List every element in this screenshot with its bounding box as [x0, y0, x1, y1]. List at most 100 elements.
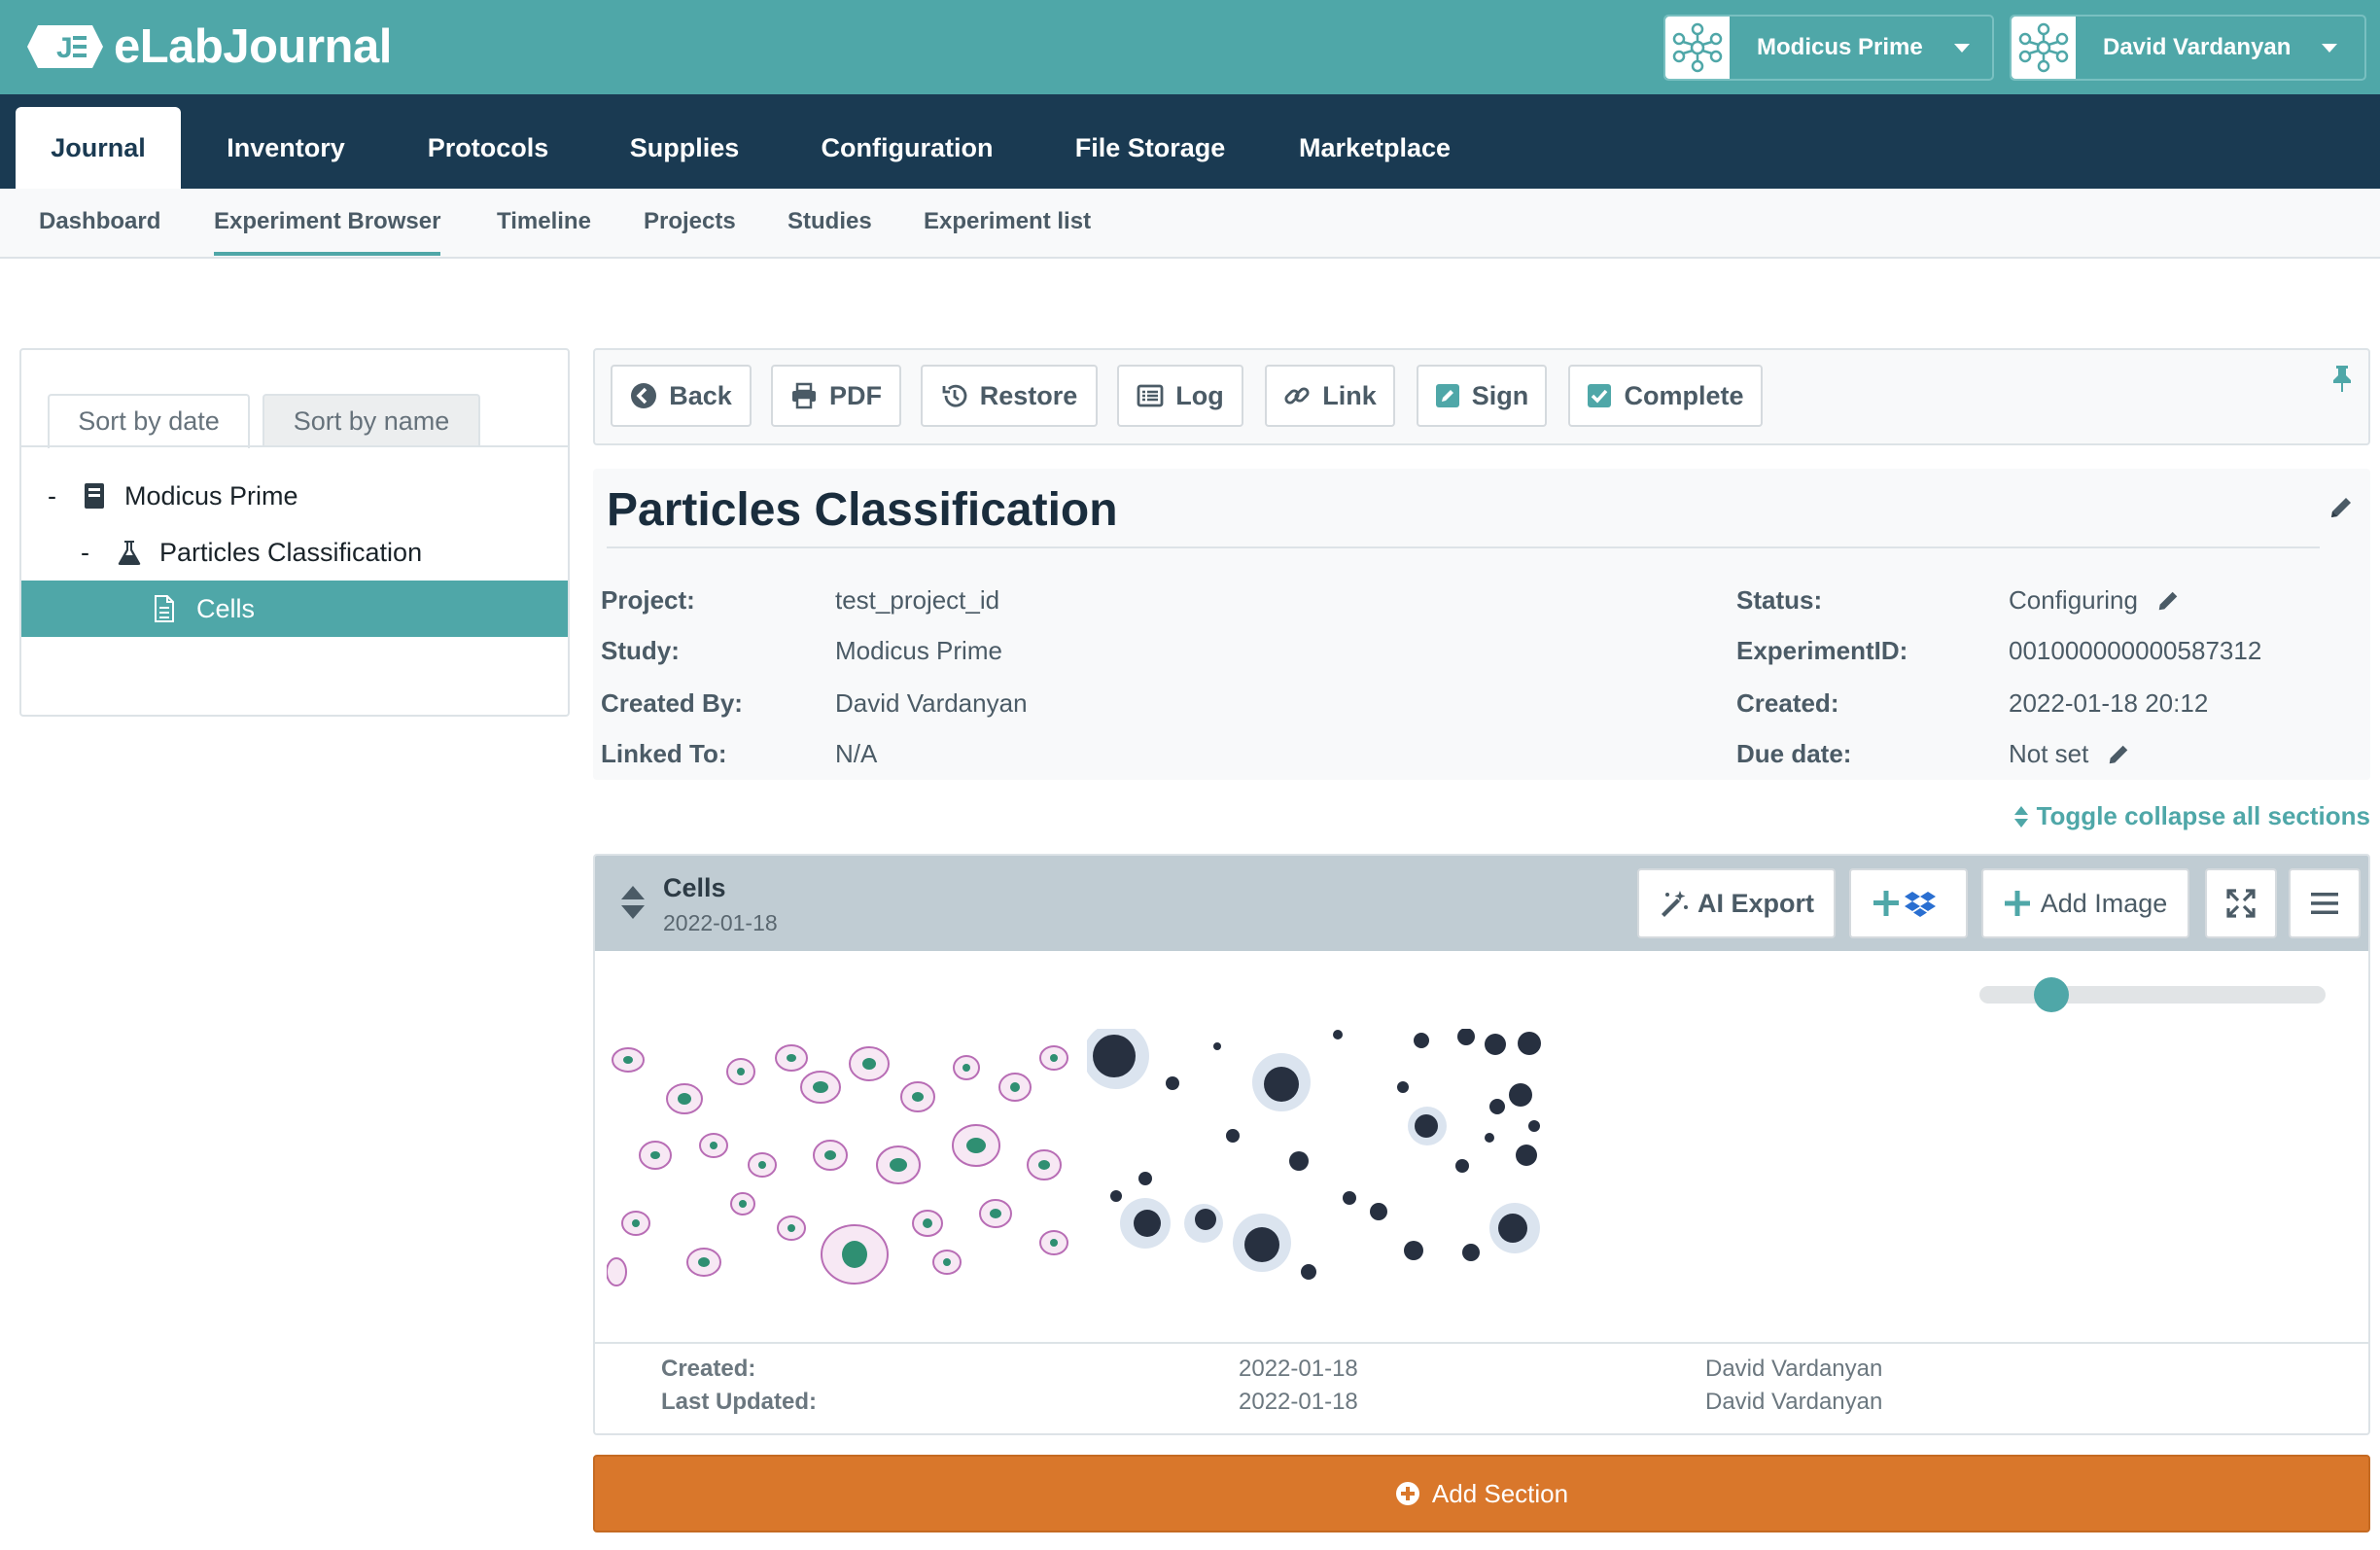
hamburger-icon [2311, 893, 2338, 914]
edit-due-date-pencil-icon[interactable] [2106, 742, 2131, 767]
section-date: 2022-01-18 [663, 910, 778, 935]
plus-icon [2004, 891, 2030, 916]
link-label: Link [1322, 380, 1377, 410]
fullscreen-button[interactable] [2205, 868, 2277, 938]
subtab-projects[interactable]: Projects [644, 208, 736, 235]
tab-marketplace[interactable]: Marketplace [1285, 107, 1464, 189]
plus-circle-icon [1395, 1482, 1419, 1505]
molecule-icon [2018, 22, 2069, 73]
field-label: Linked To: [601, 739, 727, 768]
expand-icon [2226, 889, 2256, 918]
footer-updated-date: 2022-01-18 [1239, 1389, 1358, 1415]
subtab-studies[interactable]: Studies [788, 208, 872, 235]
main-nav: Journal Inventory Protocols Supplies Con… [0, 94, 2380, 189]
magic-wand-icon [1661, 891, 1688, 917]
sub-nav: Dashboard Experiment Browser Timeline Pr… [0, 189, 2380, 259]
field-label: Project: [601, 585, 695, 615]
subtab-dashboard[interactable]: Dashboard [39, 208, 160, 235]
pdf-button[interactable]: PDF [771, 365, 901, 427]
experiment-info: Particles Classification Project: test_p… [593, 469, 2370, 780]
tab-inventory[interactable]: Inventory [208, 107, 364, 189]
image-zoom-slider[interactable] [1979, 986, 2326, 1004]
add-dropbox-icon [1873, 891, 1936, 917]
section-header: Cells 2022-01-18 AI Export Add Image [595, 856, 2368, 951]
field-label: Created By: [601, 688, 743, 718]
drag-handle-icon[interactable] [620, 884, 646, 921]
complete-label: Complete [1624, 380, 1744, 410]
tab-supplies[interactable]: Supplies [612, 107, 756, 189]
section-title[interactable]: Cells [663, 873, 726, 903]
flask-icon [118, 541, 141, 565]
section-menu-button[interactable] [2289, 868, 2361, 938]
cell-image-stained[interactable] [607, 1029, 1075, 1293]
user-menu[interactable]: David Vardanyan [2010, 15, 2366, 81]
check-square-icon [1588, 384, 1612, 407]
file-icon [155, 595, 174, 622]
pin-icon[interactable] [2331, 364, 2353, 393]
back-button[interactable]: Back [611, 365, 752, 427]
created-by-value: David Vardanyan [835, 688, 1028, 718]
user-name: David Vardanyan [2103, 34, 2292, 60]
tree-toggle[interactable]: - [81, 538, 89, 568]
sort-arrows-icon [2013, 805, 2028, 828]
experiment-tree-panel: Sort by date Sort by name - Modicus Prim… [19, 348, 570, 717]
tree-item-modicus-prime[interactable]: - Modicus Prime [21, 468, 568, 524]
experiment-section-cells: Cells 2022-01-18 AI Export Add Image Cre… [593, 854, 2370, 1435]
footer-updated-label: Last Updated: [661, 1389, 818, 1415]
group-name: Modicus Prime [1757, 34, 1923, 60]
edit-status-pencil-icon[interactable] [2155, 588, 2181, 614]
status-value: Configuring [2009, 585, 2181, 616]
molecule-icon [1672, 22, 1723, 73]
sort-by-name-tab[interactable]: Sort by name [262, 394, 480, 446]
add-dropbox-button[interactable] [1849, 868, 1968, 938]
tree-item-cells[interactable]: Cells [21, 581, 568, 637]
experiment-id-value: 001000000000587312 [2009, 636, 2262, 665]
link-button[interactable]: Link [1265, 365, 1395, 427]
tab-journal[interactable]: Journal [16, 107, 181, 189]
tree-item-particles-classification[interactable]: - Particles Classification [21, 524, 568, 581]
app-logo[interactable]: J eLabJournal [26, 20, 392, 73]
sort-by-date-tab[interactable]: Sort by date [48, 394, 250, 448]
footer-created-date: 2022-01-18 [1239, 1356, 1358, 1382]
tab-protocols[interactable]: Protocols [408, 107, 568, 189]
particle-image[interactable] [1087, 1029, 1556, 1293]
log-button[interactable]: Log [1117, 365, 1243, 427]
add-section-button[interactable]: Add Section [593, 1455, 2370, 1532]
link-icon [1284, 387, 1310, 405]
sign-icon [1435, 384, 1459, 407]
toggle-collapse-all-link[interactable]: Toggle collapse all sections [2013, 801, 2370, 831]
stained-cells-image [607, 1029, 1075, 1293]
project-value: test_project_id [835, 585, 1000, 615]
tab-file-storage[interactable]: File Storage [1060, 107, 1241, 189]
sign-button[interactable]: Sign [1417, 365, 1547, 427]
footer-created-by: David Vardanyan [1705, 1356, 1883, 1382]
field-label: Due date: [1736, 739, 1852, 768]
sign-label: Sign [1471, 380, 1529, 410]
group-selector[interactable]: Modicus Prime [1663, 15, 1994, 81]
edit-pencil-icon[interactable] [2328, 494, 2355, 521]
top-bar: J eLabJournal Modicus Prime David Vardan… [0, 0, 2380, 94]
add-image-label: Add Image [2040, 888, 2168, 918]
app-name: eLabJournal [114, 20, 392, 73]
field-label: Created: [1736, 688, 1839, 718]
zoom-slider-handle[interactable] [2034, 977, 2070, 1012]
field-label: Study: [601, 636, 680, 665]
printer-icon [792, 382, 816, 409]
restore-button[interactable]: Restore [921, 365, 1098, 427]
tree-toggle[interactable]: - [48, 481, 56, 511]
tab-configuration[interactable]: Configuration [801, 107, 1013, 189]
subtab-experiment-list[interactable]: Experiment list [924, 208, 1091, 235]
add-image-button[interactable]: Add Image [1981, 868, 2189, 938]
ai-export-button[interactable]: AI Export [1637, 868, 1836, 938]
experiment-title: Particles Classification [607, 484, 1118, 536]
field-label: Status: [1736, 585, 1823, 615]
tree-divider [21, 445, 568, 447]
subtab-experiment-browser[interactable]: Experiment Browser [214, 208, 441, 256]
field-label: ExperimentID: [1736, 636, 1908, 665]
group-avatar [1665, 17, 1730, 79]
complete-button[interactable]: Complete [1568, 365, 1763, 427]
back-label: Back [669, 380, 732, 410]
book-icon [85, 483, 104, 509]
add-section-label: Add Section [1431, 1478, 1569, 1508]
subtab-timeline[interactable]: Timeline [497, 208, 591, 235]
